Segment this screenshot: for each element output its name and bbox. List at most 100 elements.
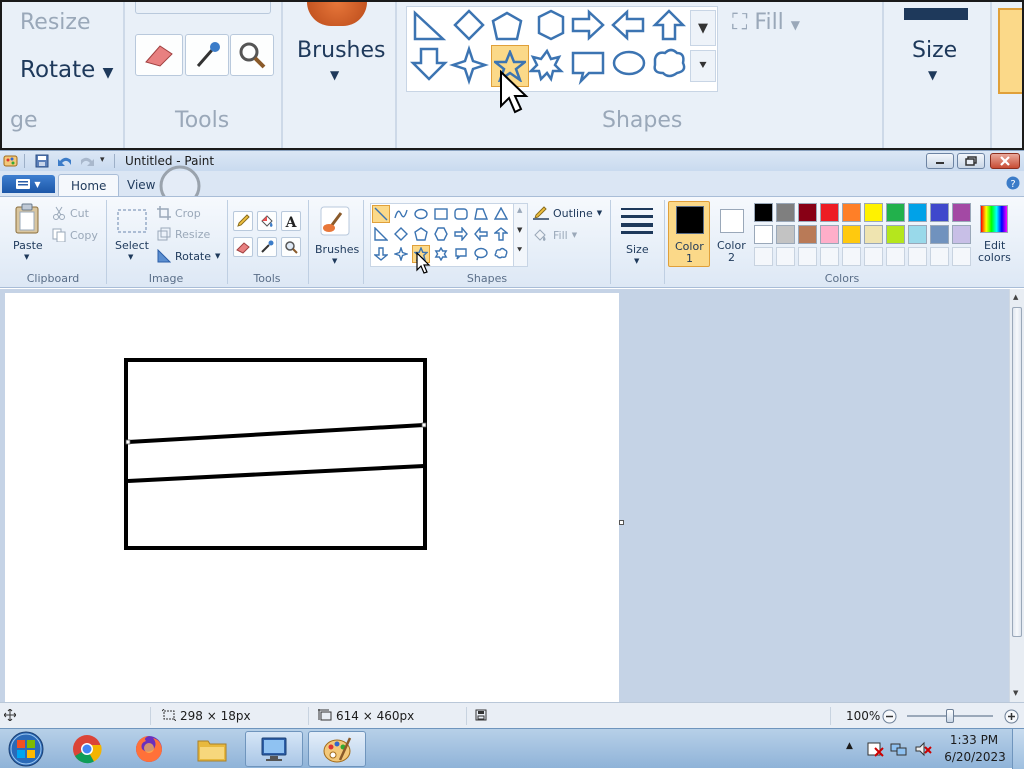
clock-time[interactable]: 1:33 PM — [948, 733, 1000, 747]
palette-swatch[interactable] — [798, 203, 817, 222]
tab-home[interactable]: Home — [58, 174, 120, 196]
shape-rectangle[interactable] — [432, 205, 450, 223]
select-button[interactable]: Select ▼ — [112, 201, 152, 265]
custom-color-slot[interactable] — [952, 247, 971, 266]
taskbar-paint[interactable] — [308, 731, 366, 767]
scroll-down-arrow[interactable]: ▼ — [1013, 689, 1018, 697]
palette-swatch[interactable] — [842, 225, 861, 244]
drawing-canvas[interactable] — [5, 293, 619, 702]
size-button[interactable]: Size ▼ — [616, 201, 660, 267]
palette-swatch[interactable] — [908, 203, 927, 222]
network-tray-icon[interactable] — [890, 741, 908, 757]
palette-swatch[interactable] — [842, 203, 861, 222]
undo-icon[interactable] — [57, 154, 73, 168]
palette-swatch[interactable] — [952, 203, 971, 222]
palette-swatch[interactable] — [798, 225, 817, 244]
start-button[interactable] — [4, 730, 48, 768]
shape-rounded-rectangle[interactable] — [452, 205, 470, 223]
action-center-icon[interactable] — [866, 741, 884, 757]
taskbar-firefox[interactable] — [120, 731, 178, 767]
canvas-resize-handle[interactable] — [619, 520, 624, 525]
magnifier-tool[interactable] — [281, 237, 301, 257]
shape-down-arrow[interactable] — [372, 245, 390, 263]
custom-color-slot[interactable] — [798, 247, 817, 266]
zoom-in-button[interactable] — [1004, 709, 1019, 724]
copy-button[interactable]: Copy — [52, 227, 98, 243]
edit-colors-button[interactable]: Edit colors — [976, 201, 1012, 267]
clock-date[interactable]: 6/20/2023 — [944, 750, 1006, 764]
shape-up-arrow[interactable] — [492, 225, 510, 243]
palette-swatch[interactable] — [754, 203, 773, 222]
custom-color-slot[interactable] — [754, 247, 773, 266]
shape-pentagon[interactable] — [412, 225, 430, 243]
palette-swatch[interactable] — [952, 225, 971, 244]
paint-app-icon[interactable] — [3, 154, 19, 168]
fill-tool[interactable] — [257, 211, 277, 231]
shape-right-triangle[interactable] — [372, 225, 390, 243]
shape-oval[interactable] — [412, 205, 430, 223]
palette-swatch[interactable] — [864, 225, 883, 244]
shape-four-point-star[interactable] — [392, 245, 410, 263]
cut-button[interactable]: Cut — [52, 205, 89, 221]
palette-swatch[interactable] — [864, 203, 883, 222]
eraser-tool[interactable] — [233, 237, 253, 257]
resize-button[interactable]: Resize — [157, 226, 210, 242]
minimize-button[interactable] — [926, 153, 954, 169]
brushes-button[interactable]: Brushes ▼ — [313, 201, 359, 267]
palette-swatch[interactable] — [886, 225, 905, 244]
custom-color-slot[interactable] — [820, 247, 839, 266]
shape-line[interactable] — [372, 205, 390, 223]
shape-left-arrow[interactable] — [472, 225, 490, 243]
custom-color-slot[interactable] — [842, 247, 861, 266]
show-desktop-button[interactable] — [1012, 729, 1024, 769]
help-icon[interactable]: ? — [1006, 176, 1020, 190]
quick-access-dropdown[interactable]: ▾ — [100, 155, 105, 165]
volume-icon[interactable] — [914, 741, 932, 757]
save-icon[interactable] — [35, 154, 49, 168]
custom-color-slot[interactable] — [908, 247, 927, 266]
palette-swatch[interactable] — [776, 203, 795, 222]
palette-swatch[interactable] — [908, 225, 927, 244]
shapes-scroll-down[interactable]: ▼ — [517, 226, 522, 234]
palette-swatch[interactable] — [776, 225, 795, 244]
text-tool[interactable]: A — [281, 211, 301, 231]
taskbar-file-explorer[interactable] — [183, 731, 241, 767]
custom-color-slot[interactable] — [886, 247, 905, 266]
maximize-button[interactable] — [957, 153, 985, 169]
vertical-scrollbar[interactable]: ▲ ▼ — [1009, 289, 1024, 702]
palette-swatch[interactable] — [930, 203, 949, 222]
shape-curve[interactable] — [392, 205, 410, 223]
shape-oval-callout[interactable] — [472, 245, 490, 263]
scroll-up-arrow[interactable]: ▲ — [1013, 293, 1018, 301]
zoom-slider-thumb[interactable] — [946, 709, 954, 723]
show-hidden-icons-button[interactable]: ▲ — [846, 741, 853, 751]
shape-triangle[interactable] — [492, 205, 510, 223]
shapes-expand[interactable]: ⯆ — [516, 246, 523, 256]
close-button[interactable] — [990, 153, 1020, 169]
palette-swatch[interactable] — [754, 225, 773, 244]
palette-swatch[interactable] — [820, 203, 839, 222]
taskbar-network-app[interactable] — [245, 731, 303, 767]
color1-button[interactable]: Color 1 — [668, 201, 710, 267]
custom-color-slot[interactable] — [864, 247, 883, 266]
fill-button[interactable]: Fill ▼ — [533, 227, 577, 243]
shape-six-point-star[interactable] — [432, 245, 450, 263]
color2-button[interactable]: Color 2 — [712, 201, 752, 267]
crop-button[interactable]: Crop — [157, 205, 201, 221]
shapes-scroll-up[interactable]: ▲ — [517, 206, 522, 214]
shape-rounded-callout[interactable] — [452, 245, 470, 263]
color-picker-tool[interactable] — [257, 237, 277, 257]
palette-swatch[interactable] — [930, 225, 949, 244]
pencil-tool[interactable] — [233, 211, 253, 231]
rotate-button[interactable]: Rotate ▼ — [157, 248, 220, 264]
outline-button[interactable]: Outline ▼ — [533, 205, 602, 221]
taskbar-chrome[interactable] — [58, 731, 116, 767]
shape-cloud-callout[interactable] — [492, 245, 510, 263]
shape-right-arrow[interactable] — [452, 225, 470, 243]
palette-swatch[interactable] — [886, 203, 905, 222]
paint-menu-button[interactable]: ▼ — [2, 175, 55, 193]
custom-color-slot[interactable] — [776, 247, 795, 266]
shape-polygon[interactable] — [472, 205, 490, 223]
custom-color-slot[interactable] — [930, 247, 949, 266]
palette-swatch[interactable] — [820, 225, 839, 244]
